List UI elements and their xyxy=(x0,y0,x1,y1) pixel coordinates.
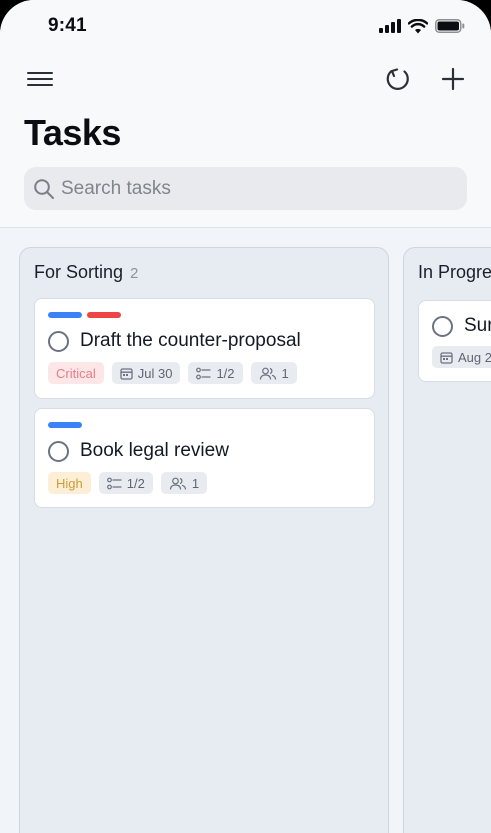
checklist-text: 1/2 xyxy=(126,475,145,491)
task-meta: High 1/2 1 xyxy=(48,472,208,494)
checklist-text: 1/2 xyxy=(216,365,235,381)
priority-badge: High xyxy=(48,472,91,494)
column-header: For Sorting 2 xyxy=(34,262,138,283)
search-icon xyxy=(34,178,54,199)
battery-icon xyxy=(435,19,465,33)
task-meta: Aug 2 xyxy=(432,346,491,368)
assignees-chip: 1 xyxy=(250,362,297,384)
due-date-text: Aug 2 xyxy=(458,349,491,365)
task-row: Sur xyxy=(432,315,491,337)
users-icon xyxy=(259,367,276,380)
label-bars xyxy=(48,312,121,318)
column-count: 2 xyxy=(130,265,139,282)
search-bar[interactable] xyxy=(24,167,467,210)
assignees-text: 1 xyxy=(191,475,200,491)
checklist-icon xyxy=(196,367,212,379)
add-task-button[interactable] xyxy=(436,62,470,96)
checklist-chip: 1/2 xyxy=(98,472,153,494)
menu-button[interactable] xyxy=(22,64,58,94)
task-title: Sur xyxy=(464,315,491,336)
plus-icon xyxy=(441,67,465,91)
page-title: Tasks xyxy=(24,112,121,153)
search-input[interactable] xyxy=(61,177,441,200)
complete-checkbox[interactable] xyxy=(48,330,69,352)
due-date-chip: Aug 2 xyxy=(432,346,491,368)
users-icon xyxy=(169,477,186,490)
column-title: In Progre xyxy=(418,262,491,282)
task-title: Draft the counter-proposal xyxy=(80,330,301,351)
task-card[interactable]: Sur Aug 2 xyxy=(418,300,491,382)
board-column-for-sorting: For Sorting 2 Draft the counter-proposal… xyxy=(19,247,389,833)
task-meta: Critical Jul 30 1/2 1 xyxy=(48,362,297,384)
label-blue xyxy=(48,312,82,318)
refresh-icon xyxy=(386,68,409,90)
phone-screen: 9:41 Tasks Search tasks For Sorting 2 Dr… xyxy=(0,0,491,833)
refresh-button[interactable] xyxy=(381,62,415,96)
app-header: 9:41 Tasks Search tasks xyxy=(0,0,491,228)
assignees-text: 1 xyxy=(281,365,289,381)
label-red xyxy=(87,312,121,318)
task-card[interactable]: Draft the counter-proposal Critical Jul … xyxy=(34,298,375,399)
column-title: For Sorting xyxy=(34,262,124,282)
due-date-chip: Jul 30 xyxy=(111,362,181,384)
signal-icon xyxy=(379,19,401,33)
status-icons xyxy=(379,16,465,36)
complete-checkbox[interactable] xyxy=(432,315,453,337)
assignees-chip: 1 xyxy=(160,472,208,494)
task-row: Draft the counter-proposal xyxy=(48,330,301,352)
due-date-text: Jul 30 xyxy=(137,365,173,381)
priority-badge: Critical xyxy=(48,362,104,384)
complete-checkbox[interactable] xyxy=(48,440,69,462)
label-bars xyxy=(48,422,82,428)
board-column-in-progress: In Progre Sur Aug 2 xyxy=(403,247,491,833)
hamburger-icon xyxy=(27,72,53,86)
calendar-icon xyxy=(120,367,133,380)
wifi-icon xyxy=(408,18,428,33)
checklist-chip: 1/2 xyxy=(188,362,243,384)
checklist-icon xyxy=(106,477,122,489)
task-row: Book legal review xyxy=(48,440,229,462)
task-card[interactable]: Book legal review High 1/2 1 xyxy=(34,408,375,508)
column-header: In Progre xyxy=(418,262,491,283)
label-blue xyxy=(48,422,82,428)
calendar-icon xyxy=(440,351,453,364)
task-title: Book legal review xyxy=(80,440,229,461)
status-time: 9:41 xyxy=(48,15,87,36)
